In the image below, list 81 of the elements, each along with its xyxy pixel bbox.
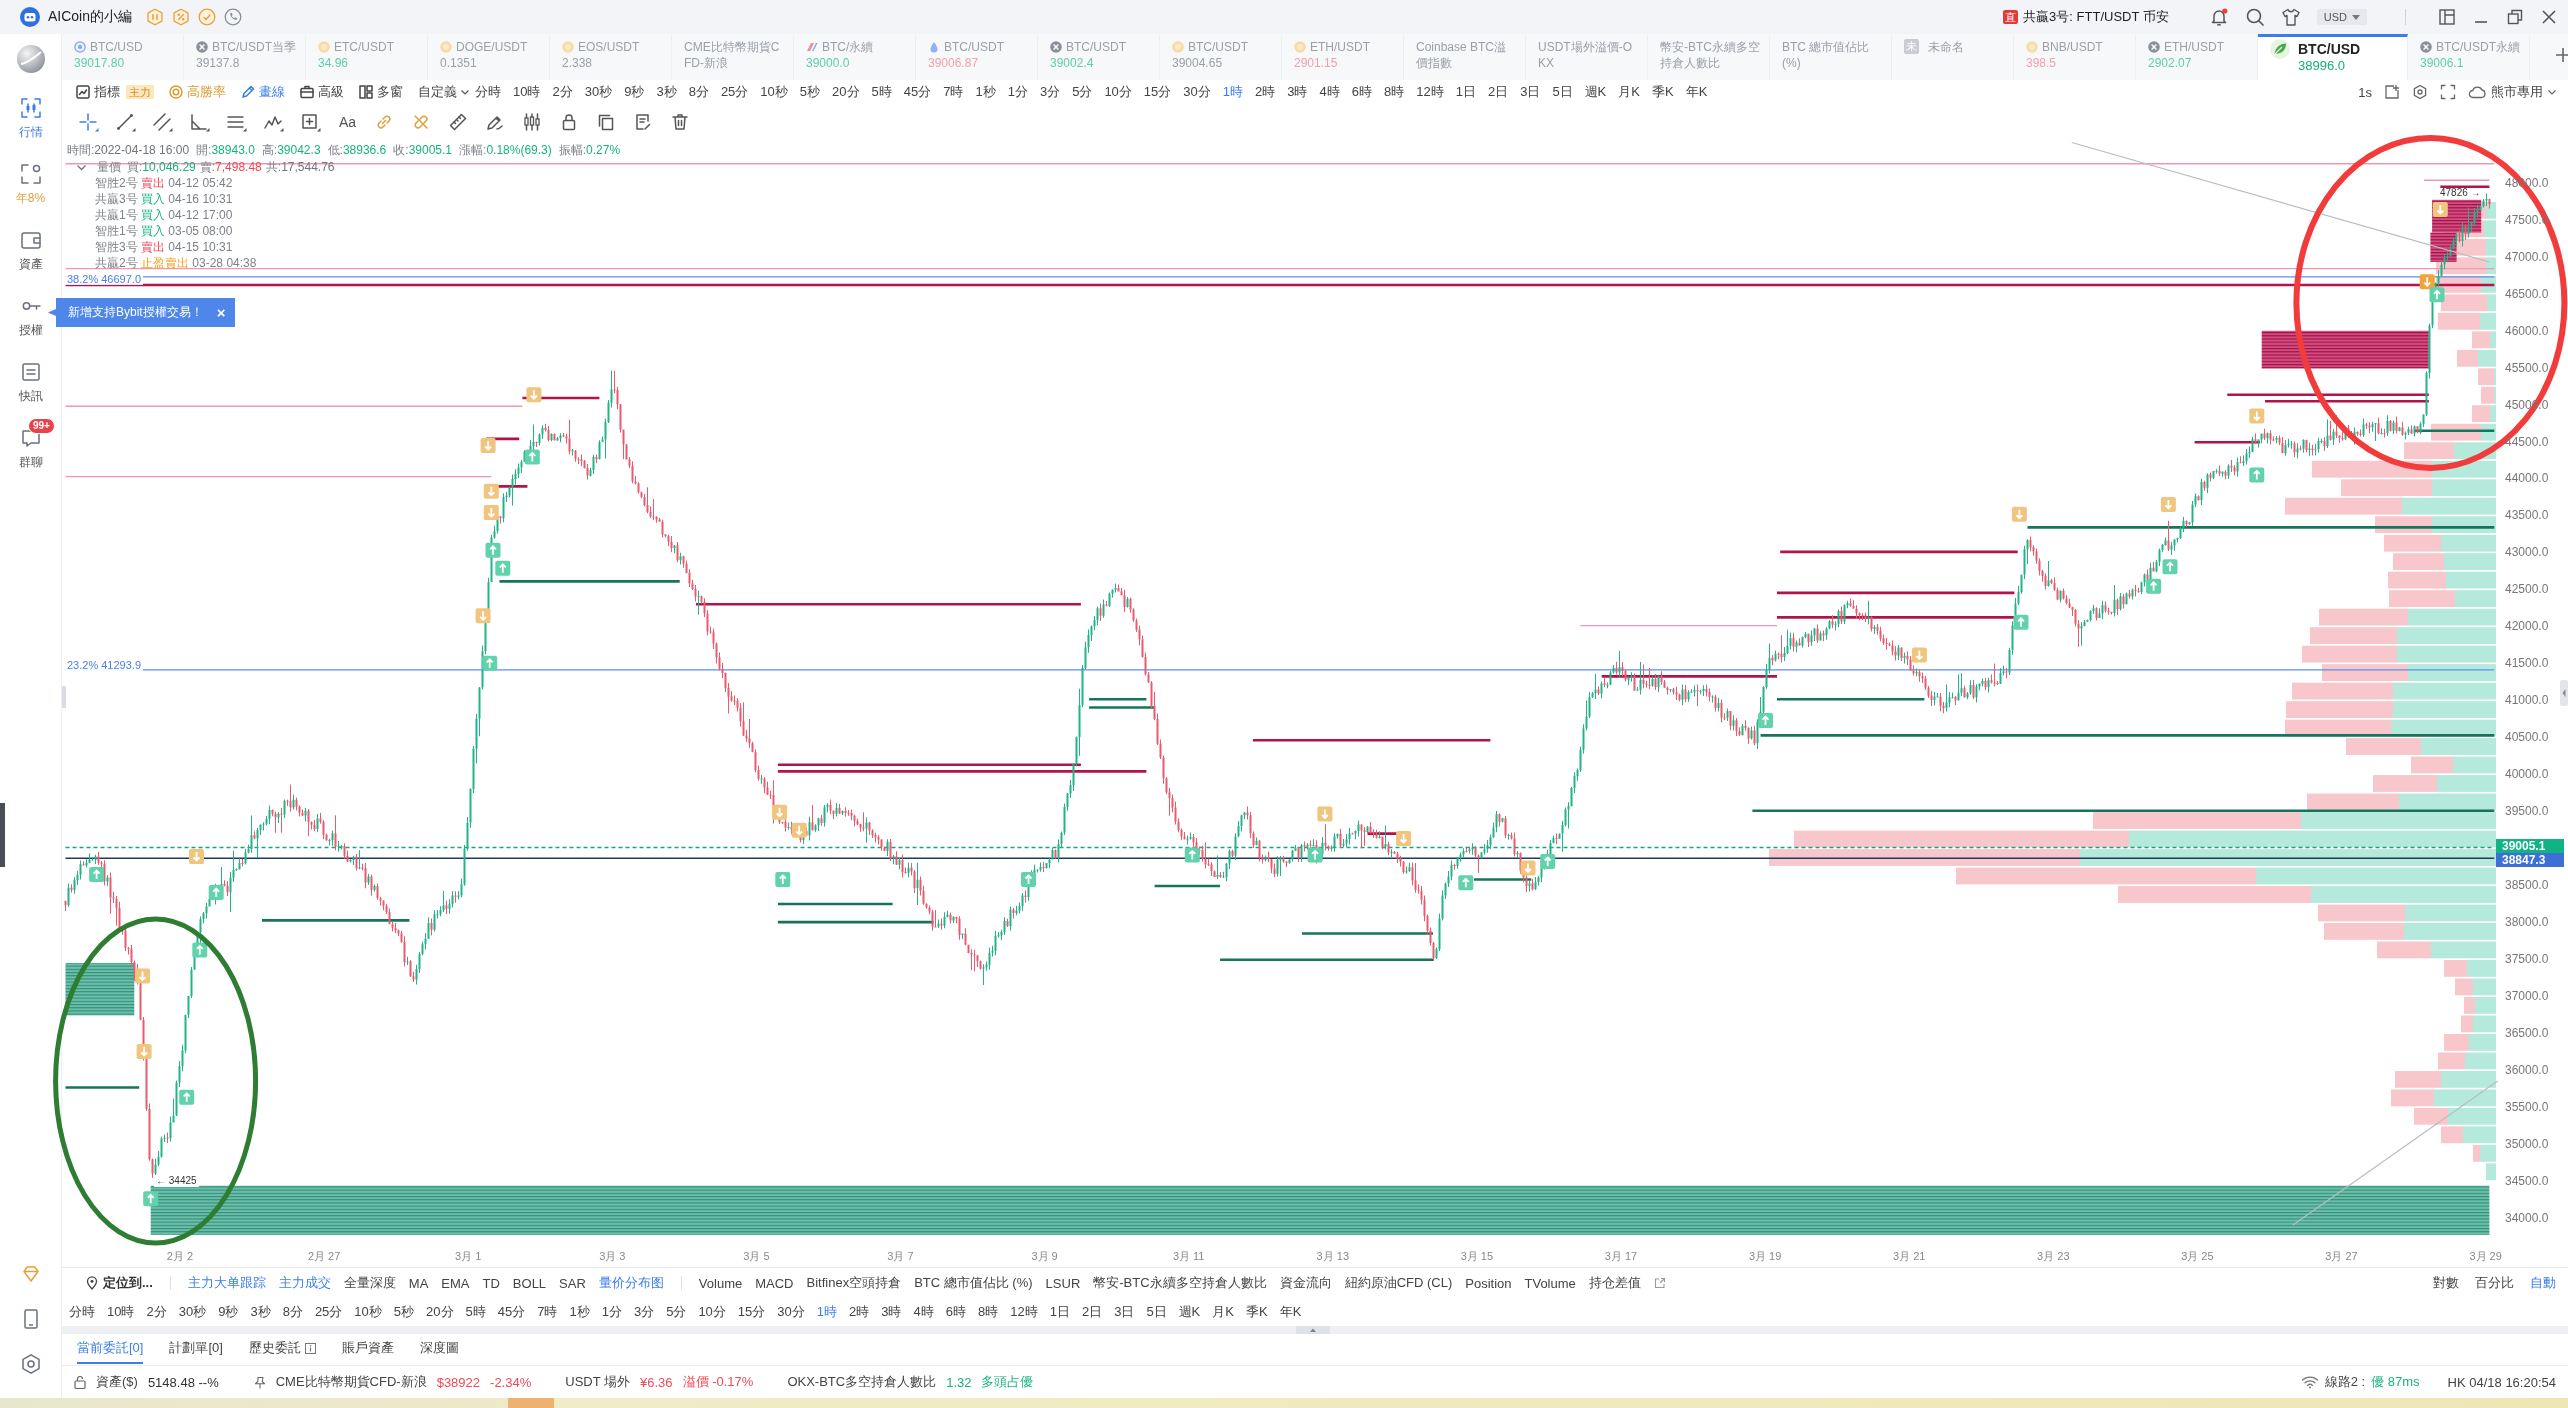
- price-axis-label: 35000.0: [2505, 1137, 2549, 1152]
- assets-label: 資產($): [96, 1373, 138, 1391]
- date-axis-label: 3月 5: [743, 1250, 770, 1263]
- ticker-change: -2.34%: [490, 1374, 532, 1390]
- fib-level-label: 38.2% 46697.0: [65, 273, 143, 285]
- date-axis-label: 3月 27: [2325, 1250, 2358, 1263]
- ticker-change: 多頭占優: [981, 1373, 1034, 1391]
- window-title: AICoin的小編: [48, 8, 133, 26]
- price-axis-label: 34500.0: [2505, 1174, 2549, 1189]
- date-axis-label: 3月 19: [1748, 1250, 1782, 1263]
- ohlc-field: 收:39005.1: [393, 142, 453, 158]
- ohlc-field: 低:38936.6: [327, 142, 387, 158]
- price-axis-label: 44000.0: [2505, 471, 2549, 486]
- date-axis-label: 3月 7: [887, 1250, 914, 1263]
- date-axis-label: 2月 2: [166, 1250, 194, 1263]
- price-tag: 38847.3: [2496, 853, 2564, 867]
- ticker-price: ¥6.36: [640, 1374, 673, 1390]
- price-axis-label: 35500.0: [2505, 1100, 2549, 1115]
- date-axis-label: 3月 23: [2037, 1250, 2070, 1263]
- date-axis-label: 3月 29: [2469, 1250, 2502, 1263]
- price-axis-label: 47000.0: [2505, 249, 2549, 264]
- unread-count: 99+: [28, 418, 55, 434]
- price-axis-label: 43000.0: [2505, 545, 2549, 560]
- ohlc-field: 時間:2022-04-18 16:00: [67, 142, 190, 158]
- price-axis-label: 42500.0: [2505, 582, 2549, 597]
- ohlc-field: 漲幅:0.18%(69.3): [459, 142, 552, 158]
- date-axis-label: 3月 25: [2181, 1250, 2214, 1263]
- date-axis-label: 3月 21: [1893, 1250, 1926, 1263]
- price-axis-label: 36500.0: [2505, 1026, 2549, 1041]
- price-axis-label: 36000.0: [2505, 1063, 2549, 1078]
- trade-entry: 智胜1号 買入 03-05 08:00: [95, 223, 234, 239]
- ticker-change: 溢價 -0.17%: [682, 1373, 754, 1391]
- date-axis-label: 3月 3: [599, 1250, 626, 1263]
- tag-label: 主力: [126, 85, 154, 99]
- connection-quality: 優 87ms: [2371, 1373, 2420, 1391]
- price-axis-label: 38500.0: [2505, 878, 2549, 893]
- fib-level-label: 23.2% 41293.9: [65, 659, 143, 671]
- volume-field: 買:10,046.29: [127, 159, 196, 175]
- price-axis-label: 34000.0: [2505, 1211, 2549, 1225]
- ohlc-field: 開:38943.0: [196, 142, 255, 158]
- ohlc-field: 振幅:0.27%: [558, 142, 621, 158]
- price-axis-label: 45500.0: [2505, 360, 2549, 375]
- price-axis-label: 46500.0: [2505, 286, 2549, 301]
- date-axis-label: 3月 15: [1460, 1250, 1494, 1263]
- price-axis-label: 43500.0: [2505, 508, 2549, 523]
- price-axis-label: 41500.0: [2505, 656, 2549, 671]
- price-tag: 39005.1: [2496, 839, 2564, 853]
- date-axis-label: 3月 17: [1604, 1250, 1638, 1263]
- assets-value: 5148.48 --%: [147, 1374, 219, 1390]
- price-axis-label: 37000.0: [2505, 989, 2549, 1004]
- date-axis-label: 3月 9: [1031, 1250, 1058, 1263]
- price-axis-label: 40500.0: [2505, 730, 2549, 745]
- volume-title: 量價: [97, 159, 121, 175]
- trade-entry: 智胜3号 賣出 04-15 10:31: [95, 239, 234, 255]
- ohlc-field: 高:39042.3: [261, 142, 321, 158]
- price-axis-label: 40000.0: [2505, 767, 2549, 782]
- date-axis-label: 3月 1: [455, 1250, 482, 1263]
- ticker-price: $38922: [436, 1374, 481, 1390]
- volume-field: 賣:7,498.48: [199, 159, 262, 175]
- clock: HK 04/18 16:20:54: [2447, 1374, 2556, 1390]
- tooltip-text: 新增支持Bybit授權交易！: [68, 304, 203, 321]
- low-price-label: ← 34425: [154, 1175, 199, 1187]
- price-axis-label: 37500.0: [2505, 952, 2549, 967]
- price-axis-label: 44500.0: [2505, 434, 2549, 449]
- date-axis-label: 2月 27: [307, 1250, 341, 1263]
- price-axis-label: 42000.0: [2505, 619, 2549, 634]
- alert-tag: 直: [2003, 10, 2019, 24]
- volume-field: 共:17,544.76: [265, 159, 335, 175]
- connection-label: 線路2 :: [2324, 1373, 2366, 1391]
- price-axis-label: 46000.0: [2505, 323, 2549, 338]
- date-axis-label: 3月 13: [1316, 1250, 1349, 1263]
- trade-entry: 智胜2号 賣出 04-12 05:42: [95, 175, 234, 191]
- ticker-price: 1.32: [946, 1374, 972, 1390]
- trade-entry: 共贏1号 買入 04-12 17:00: [95, 207, 234, 223]
- trade-entry: 共贏2号 止盈賣出 03-28 04:38: [95, 255, 257, 271]
- trade-entry: 共贏3号 買入 04-16 10:31: [95, 191, 234, 207]
- high-price-label: 47826 →: [2440, 187, 2481, 199]
- date-axis-label: 3月 11: [1172, 1250, 1205, 1263]
- price-axis-label: 38000.0: [2505, 915, 2549, 930]
- price-axis-label: 39500.0: [2505, 804, 2549, 819]
- price-axis-label: 41000.0: [2505, 693, 2549, 708]
